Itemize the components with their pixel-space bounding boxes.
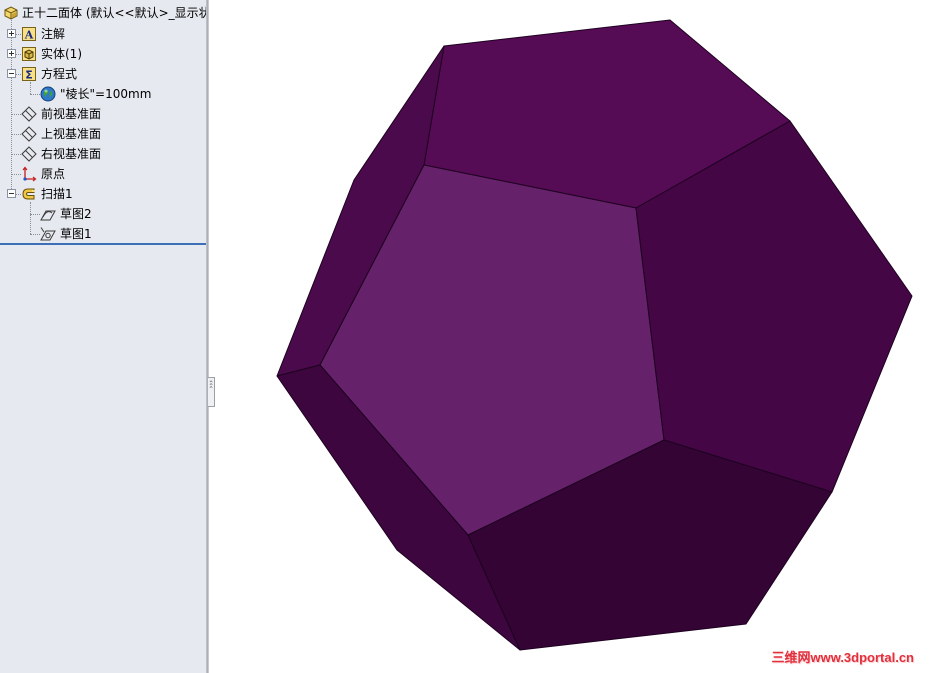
sketch-icon — [40, 210, 56, 221]
tree-item-top-plane[interactable]: 上视基准面 — [0, 124, 206, 144]
tree-item-label: 草图1 — [60, 227, 92, 241]
global-variable-icon — [40, 86, 56, 102]
collapse-arrows-icon: ‹‹‹ — [207, 380, 215, 389]
tree-item-sketch1[interactable]: 草图1 — [0, 224, 206, 244]
tree-item-annotations[interactable]: A 注解 — [0, 24, 206, 44]
plane-icon — [21, 106, 37, 122]
tree-item-origin[interactable]: 原点 — [0, 164, 206, 184]
tree-item-label: 前视基准面 — [41, 107, 102, 121]
plane-icon — [21, 126, 37, 142]
tree-item-right-plane[interactable]: 右视基准面 — [0, 144, 206, 164]
part-name-label: 正十二面体 (默认<<默认>_显示状 — [22, 6, 206, 20]
tree-item-sweep1[interactable]: 扫描1 — [0, 184, 206, 204]
tree-item-global-variable[interactable]: "棱长"=100mm — [0, 84, 206, 104]
svg-text:A: A — [24, 29, 34, 42]
tree-item-label: "棱长"=100mm — [60, 87, 152, 101]
tree-item-equations[interactable]: Σ 方程式 — [0, 64, 206, 84]
tree-item-label: 注解 — [41, 27, 66, 41]
panel-divider[interactable] — [206, 0, 209, 673]
part-icon — [4, 6, 18, 20]
tree-item-solid-bodies[interactable]: 实体(1) — [0, 44, 206, 64]
tree-item-label: 扫描1 — [41, 187, 73, 201]
sweep-icon — [22, 188, 35, 200]
annotation-icon: A — [22, 27, 36, 42]
site-watermark: 三维网www.3dportal.cn — [771, 650, 914, 665]
tree-item-sketch2[interactable]: 草图2 — [0, 204, 206, 224]
tree-item-label: 右视基准面 — [41, 147, 102, 161]
feature-manager-tree[interactable]: 正十二面体 (默认<<默认>_显示状 A 注解 实体(1) Σ 方程式 "棱长"… — [0, 0, 206, 673]
rollback-bar[interactable] — [0, 243, 206, 245]
expand-toggle[interactable] — [7, 29, 16, 38]
collapse-toggle[interactable] — [7, 189, 16, 198]
origin-icon — [22, 166, 37, 182]
expand-toggle[interactable] — [7, 49, 16, 58]
plane-icon — [21, 146, 37, 162]
collapse-toggle[interactable] — [7, 69, 16, 78]
sketch-icon — [40, 227, 56, 241]
solid-bodies-icon — [22, 47, 36, 61]
tree-item-label: 原点 — [41, 167, 66, 181]
tree-item-label: 草图2 — [60, 207, 92, 221]
tree-item-label: 实体(1) — [41, 47, 82, 61]
tree-item-front-plane[interactable]: 前视基准面 — [0, 104, 206, 124]
collapse-panel-handle[interactable]: ‹‹‹ — [207, 377, 215, 407]
svg-text:Σ: Σ — [25, 69, 33, 82]
tree-item-label: 方程式 — [41, 67, 78, 81]
dodecahedron-model[interactable] — [276, 19, 913, 651]
equations-icon: Σ — [22, 67, 36, 82]
tree-root-part[interactable]: 正十二面体 (默认<<默认>_显示状 — [0, 3, 206, 23]
graphics-viewport[interactable] — [215, 0, 934, 673]
tree-item-label: 上视基准面 — [41, 127, 102, 141]
